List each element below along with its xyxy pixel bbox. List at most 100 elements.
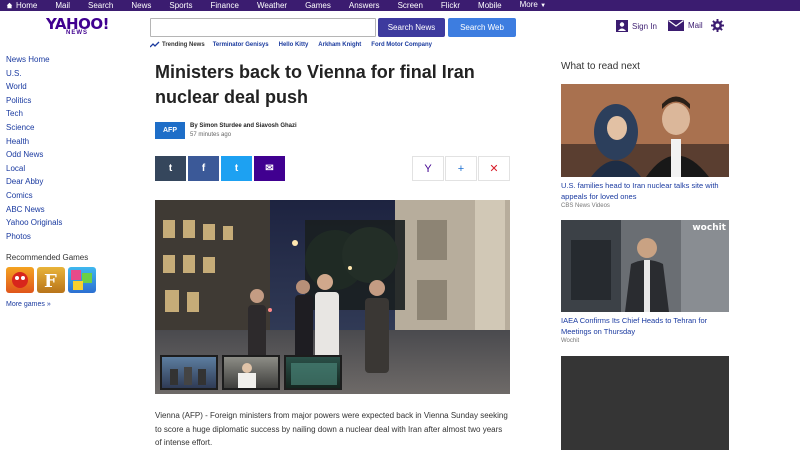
sign-in-link[interactable]: Sign In [616,20,657,32]
add-button[interactable]: + [445,156,477,181]
search-web-button[interactable]: Search Web [448,18,516,37]
left-nav: News Home U.S. World Politics Tech Scien… [6,53,126,243]
mail-icon [668,20,684,31]
nav-abc-news[interactable]: ABC News [6,203,126,217]
search-input[interactable] [150,18,376,37]
trending-icon [150,41,160,48]
recommended-games-title: Recommended Games [6,253,89,262]
home-icon [6,2,13,9]
email-icon: ✉ [265,163,274,174]
nav-dear-abby[interactable]: Dear Abby [6,175,126,189]
chevron-down-icon: ▼ [540,3,547,9]
photo-thumbnail[interactable] [284,355,342,390]
rail-image-scene [561,84,729,177]
mail-link[interactable]: Mail [668,20,703,31]
nav-world[interactable]: World [6,80,126,94]
yahoo-save-button[interactable]: Y [412,156,444,181]
topnav-screen[interactable]: Screen [389,0,432,11]
facebook-share-button[interactable]: f [188,156,219,181]
search-news-button[interactable]: Search News [378,18,445,37]
plus-icon: + [457,162,465,175]
byline: AFP By Simon Sturdee and Siavosh Ghazi 5… [155,122,297,140]
close-button[interactable]: ✕ [478,156,510,181]
photo-thumbnail[interactable] [160,355,218,390]
email-share-button[interactable]: ✉ [254,156,285,181]
game-thumbnail[interactable]: F [37,267,65,293]
twitter-icon: t [234,163,239,174]
article-photo[interactable] [155,200,510,394]
article-actions: Y + ✕ [412,156,510,181]
source-logo: AFP [155,122,185,139]
recommended-games: F [6,267,96,293]
rail-card[interactable]: wochit IAEA Confirms Its Chief Heads to … [561,220,729,344]
topnav-more-label: More [519,0,538,9]
nav-news-home[interactable]: News Home [6,53,126,67]
topnav-finance[interactable]: Finance [202,0,248,11]
twitter-share-button[interactable]: t [221,156,252,181]
mail-label: Mail [688,21,703,30]
wochit-badge: wochit [692,223,726,233]
rail-card-image: wochit [561,220,729,312]
trending-link[interactable]: Arkham Knight [318,42,361,48]
topnav-mail[interactable]: Mail [46,0,79,11]
topnav-flickr[interactable]: Flickr [432,0,469,11]
trending-label: Trending News [162,41,205,48]
article-headline: Ministers back to Vienna for final Iran … [155,62,475,107]
rail-card-image [561,84,729,177]
nav-health[interactable]: Health [6,135,126,149]
rail-card[interactable] [561,356,729,450]
rail-card-headline[interactable]: IAEA Confirms Its Chief Heads to Tehran … [561,316,729,337]
topnav-sports[interactable]: Sports [160,0,201,11]
topnav-mobile[interactable]: Mobile [469,0,511,11]
rail-card-source: Wochit [561,338,580,344]
settings-button[interactable] [711,19,724,37]
game-thumbnail[interactable] [68,267,96,293]
yahoo-icon: Y [424,162,432,175]
topnav-home[interactable]: Home [6,0,46,11]
yahoo-news-logo-sub: NEWS [66,30,88,36]
facebook-icon: f [201,163,206,174]
rail-card-image [561,356,729,450]
nav-local[interactable]: Local [6,162,126,176]
nav-comics[interactable]: Comics [6,189,126,203]
game-thumbnail[interactable] [6,267,34,293]
user-icon [616,20,628,32]
photo-thumbnails [160,355,342,390]
nav-politics[interactable]: Politics [6,94,126,108]
tumblr-share-button[interactable]: t [155,156,186,181]
trending-link[interactable]: Hello Kitty [279,42,309,48]
nav-us[interactable]: U.S. [6,67,126,81]
sign-in-label: Sign In [632,21,657,31]
topnav-news[interactable]: News [122,0,160,11]
article: Ministers back to Vienna for final Iran … [155,60,511,110]
photo-thumbnail[interactable] [222,355,280,390]
rail-card-source: CBS News Videos [561,203,610,209]
gear-icon [711,19,724,32]
nav-odd-news[interactable]: Odd News [6,148,126,162]
topnav-games[interactable]: Games [296,0,340,11]
topnav-search[interactable]: Search [79,0,122,11]
close-icon: ✕ [489,163,499,175]
nav-science[interactable]: Science [6,121,126,135]
topnav-home-label: Home [16,1,38,10]
trending-bar: Trending News Terminator Genisys Hello K… [150,40,442,49]
article-body: Vienna (AFP) - Foreign ministers from ma… [155,411,508,447]
header: YAHOO! NEWS Search News Search Web Trend… [0,11,800,51]
share-buttons: t f t ✉ [155,156,285,181]
article-authors: By Simon Sturdee and Siavosh Ghazi [190,123,297,129]
trending-link[interactable]: Ford Motor Company [371,42,432,48]
top-nav-bar: Home Mail Search News Sports Finance Wea… [0,0,800,11]
nav-yahoo-originals[interactable]: Yahoo Originals [6,216,126,230]
what-to-read-next-title: What to read next [561,61,640,72]
nav-photos[interactable]: Photos [6,230,126,244]
trending-link[interactable]: Terminator Genisys [213,42,269,48]
nav-tech[interactable]: Tech [6,107,126,121]
rail-card[interactable]: U.S. families head to Iran nuclear talks… [561,84,729,209]
topnav-answers[interactable]: Answers [340,0,389,11]
rail-image-scene [561,220,729,312]
more-games-link[interactable]: More games » [6,301,51,308]
rail-card-headline[interactable]: U.S. families head to Iran nuclear talks… [561,181,729,202]
article-time: 57 minutes ago [190,132,232,138]
tumblr-icon: t [168,163,173,174]
topnav-weather[interactable]: Weather [248,0,296,11]
